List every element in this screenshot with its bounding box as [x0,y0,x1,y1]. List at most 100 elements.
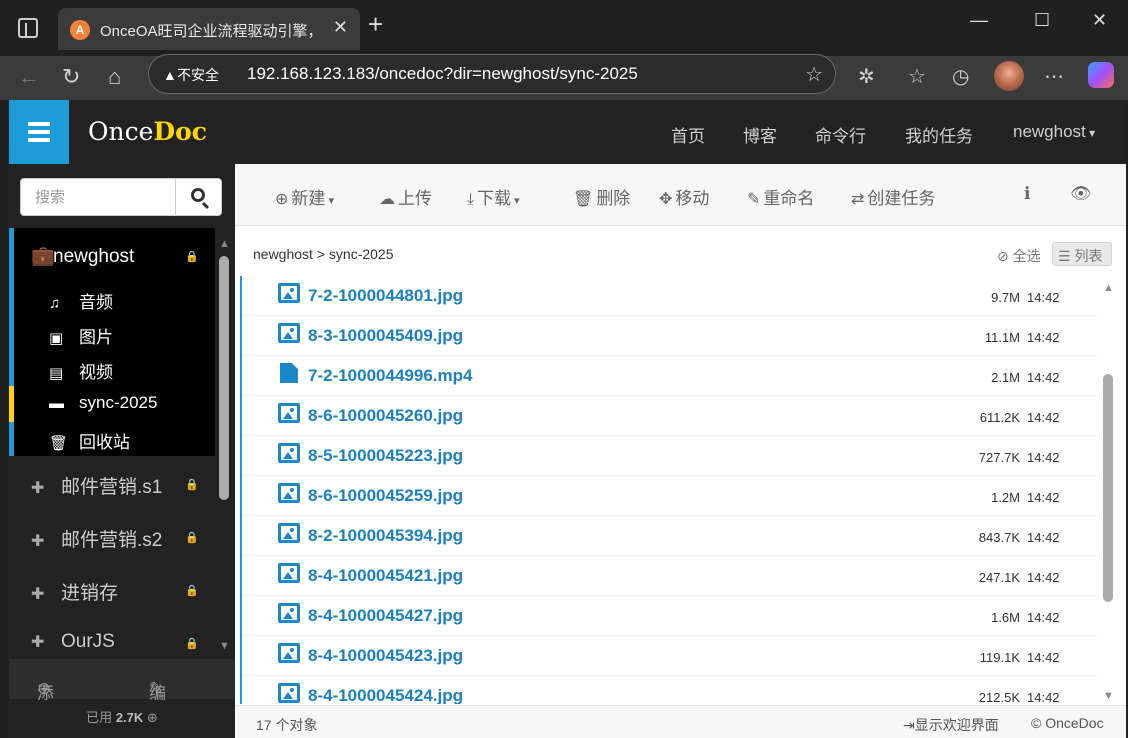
file-row[interactable]: 7-2-1000044996.mp4 2.1M 14:42 [242,356,1098,396]
file-icon [280,363,298,383]
file-row[interactable]: 8-2-1000045394.jpg 843.7K 14:42 [242,516,1098,556]
tree-item-sync-2025[interactable]: ▬ sync-2025 [49,393,157,413]
file-name-link[interactable]: 8-4-1000045424.jpg [308,686,463,704]
image-file-icon [278,483,300,503]
tree-item-label: 视频 [79,363,113,382]
main-panel: ⊕新建 ☁上传 ⤓下载 🗑删除 ✥移动 ✎重命名 ⇄创建任务 ℹ 👁 newgh… [235,164,1126,738]
list-view-toggle[interactable]: ☰ 列表 [1052,242,1112,266]
tree-item-video[interactable]: ▤ 视频 [49,358,113,383]
file-name-link[interactable]: 8-5-1000045223.jpg [308,446,463,466]
tab-close-icon[interactable]: ✕ [333,17,348,38]
folder-tree: 💼newghost 🔒 ♫ 音频 ▣ 图片 ▤ 视频 ▬ sync-2025 🗑 回收站 [9,228,215,456]
scroll-down-icon[interactable]: ▼ [1103,690,1114,702]
move-button[interactable]: ✥ 移动 [659,184,709,209]
back-icon[interactable]: ← [18,64,40,90]
info-icon[interactable]: ℹ [1024,184,1030,204]
reload-icon[interactable]: ↻ [62,64,80,90]
nav-command-line[interactable]: 命令行 [815,122,866,147]
favorite-star-icon[interactable]: ☆ [805,62,823,87]
nav-my-tasks[interactable]: 我的任务 [905,122,973,147]
browser-tab[interactable]: A OnceOA旺司企业流程驱动引擎， ✕ [58,8,360,50]
search-button[interactable] [175,179,221,215]
window-menu-icon[interactable] [18,18,38,38]
group-inventory[interactable]: ✚ 进销存 [31,578,118,605]
new-label: 新建 [291,189,326,208]
tree-item-audio[interactable]: ♫ 音频 [49,288,113,313]
scroll-down-icon[interactable]: ▼ [219,640,230,652]
tree-item-recycle-bin[interactable]: 🗑 回收站 [49,428,130,453]
more-menu-icon[interactable]: ⋯ [1044,64,1064,89]
eye-icon[interactable]: 👁 [1070,184,1092,204]
user-menu[interactable]: newghost [1013,122,1095,142]
breadcrumb-root[interactable]: newghost [253,246,313,262]
file-row[interactable]: 8-6-1000045260.jpg 611.2K 14:42 [242,396,1098,436]
url-text[interactable]: 192.168.123.183/oncedoc?dir=newghost/syn… [247,64,638,84]
file-name-link[interactable]: 8-3-1000045409.jpg [308,326,463,346]
upload-button[interactable]: ☁ 上传 [379,184,432,209]
history-icon[interactable]: ◷ [952,64,969,89]
search-box [20,178,222,216]
file-name-link[interactable]: 7-2-1000044996.mp4 [308,366,472,386]
extensions-icon[interactable]: ✲ [858,64,875,89]
file-row[interactable]: 8-5-1000045223.jpg 727.7K 14:42 [242,436,1098,476]
breadcrumb-current[interactable]: sync-2025 [329,246,394,262]
breadcrumb: newghost > sync-2025 [253,246,394,262]
maximize-icon[interactable]: ☐ [1034,10,1050,31]
file-row[interactable]: 8-4-1000045423.jpg 119.1K 14:42 [242,636,1098,676]
security-warning[interactable]: ▲不安全 [163,65,219,85]
hamburger-menu-button[interactable] [9,100,69,164]
search-input[interactable] [21,179,175,215]
tree-item-images[interactable]: ▣ 图片 [49,323,113,348]
file-size: 843.7K [978,530,1020,545]
rename-button[interactable]: ✎ 重命名 [747,184,814,209]
file-list-scroll-thumb[interactable] [1103,374,1113,602]
sidebar-scrollbar[interactable]: ▲ ▼ [217,234,231,654]
delete-button[interactable]: 🗑 删除 [573,184,630,209]
file-row[interactable]: 8-4-1000045421.jpg 247.1K 14:42 [242,556,1098,596]
scroll-up-icon[interactable]: ▲ [219,238,230,250]
create-task-button[interactable]: ⇄ 创建任务 [851,184,935,209]
favorites-icon[interactable]: ☆ [908,64,926,89]
home-icon[interactable]: ⌂ [108,64,121,90]
nav-home[interactable]: 首页 [671,122,705,147]
sidebar-footer: ⊕ 添加 ✎ 编辑 [9,659,235,728]
file-list-scrollbar[interactable]: ▲ ▼ [1100,282,1116,704]
file-name-link[interactable]: 8-4-1000045427.jpg [308,606,463,626]
show-welcome-link[interactable]: ⇥显示欢迎界面 [903,715,999,735]
group-ourjs[interactable]: ✚ OurJS [31,631,115,653]
file-name-link[interactable]: 8-4-1000045421.jpg [308,566,463,586]
address-bar[interactable]: ▲不安全 192.168.123.183/oncedoc?dir=newghos… [148,54,836,94]
nav-blog[interactable]: 博客 [743,122,777,147]
sidebar-scroll-thumb[interactable] [219,256,229,500]
file-name-link[interactable]: 8-6-1000045260.jpg [308,406,463,426]
tree-root-newghost[interactable]: 💼newghost [31,244,134,268]
minimize-icon[interactable]: — [970,10,988,31]
image-file-icon [278,283,300,303]
close-window-icon[interactable]: ✕ [1092,10,1107,31]
group-email-marketing-s2[interactable]: ✚ 邮件营销.s2 [31,525,162,552]
copilot-icon[interactable] [1088,62,1114,88]
storage-usage: 已用 2.7K ⊕ [9,700,235,738]
browser-tab-bar: A OnceOA旺司企业流程驱动引擎， ✕ + — ☐ ✕ [0,0,1128,56]
file-name-link[interactable]: 8-6-1000045259.jpg [308,486,463,506]
file-list: 7-2-1000044801.jpg 9.7M 14:42 8-3-100004540… [240,276,1098,704]
file-row[interactable]: 8-6-1000045259.jpg 1.2M 14:42 [242,476,1098,516]
file-row[interactable]: 8-4-1000045427.jpg 1.6M 14:42 [242,596,1098,636]
folder-icon: ▬ [49,395,64,412]
download-button[interactable]: ⤓ 下载 [467,184,520,209]
group-email-marketing-s1[interactable]: ✚ 邮件营销.s1 [31,472,162,499]
file-name-link[interactable]: 8-4-1000045423.jpg [308,646,463,666]
logo[interactable]: OnceDoc [88,117,207,146]
app-header: OnceDoc 首页 博客 命令行 我的任务 newghost [9,100,1126,164]
download-label: 下载 [477,189,512,208]
scroll-up-icon[interactable]: ▲ [1103,282,1114,294]
new-button[interactable]: ⊕ 新建 [275,184,334,209]
file-row[interactable]: 8-3-1000045409.jpg 11.1M 14:42 [242,316,1098,356]
select-all-button[interactable]: ⊘ 全选 [997,246,1041,266]
profile-avatar[interactable] [994,61,1024,91]
new-tab-icon[interactable]: + [368,11,383,37]
file-name-link[interactable]: 8-2-1000045394.jpg [308,526,463,546]
file-row[interactable]: 7-2-1000044801.jpg 9.7M 14:42 [242,276,1098,316]
file-name-link[interactable]: 7-2-1000044801.jpg [308,286,463,306]
file-row[interactable]: 8-4-1000045424.jpg 212.5K 14:42 [242,676,1098,704]
